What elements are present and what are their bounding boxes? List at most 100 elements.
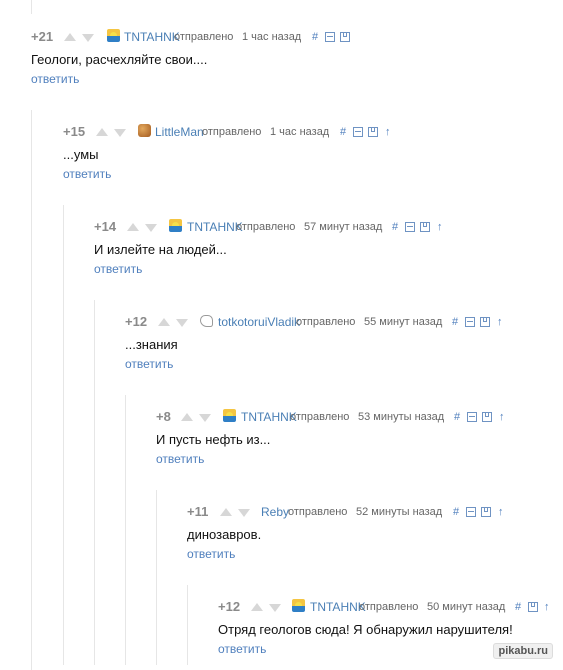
vote-down-icon[interactable]	[114, 129, 126, 137]
heart-avatar-icon[interactable]	[200, 315, 213, 327]
permalink-hash-icon[interactable]: #	[452, 314, 458, 330]
parent-arrow-icon[interactable]: ↑	[385, 124, 391, 140]
comment-header: +15 LittleMan отправлено 1 час назад # ↑	[63, 124, 553, 140]
thread-line	[94, 300, 95, 665]
comment-time: 50 минут назад	[427, 601, 506, 613]
sent-label: отправлено	[359, 601, 419, 613]
thread-line	[125, 395, 126, 665]
comment-header: +12 totkotoruiVladik отправлено 55 минут…	[125, 314, 555, 330]
vote-up-icon[interactable]	[96, 128, 108, 136]
save-icon[interactable]	[340, 32, 350, 42]
comment-text: И излейте на людей...	[94, 242, 227, 257]
collapse-icon[interactable]	[353, 127, 363, 137]
vote-up-icon[interactable]	[127, 223, 139, 231]
comment: +11 Reby отправлено 52 минуты назад # ↑ …	[187, 504, 557, 561]
vote-down-icon[interactable]	[176, 319, 188, 327]
thread-line	[63, 205, 64, 665]
comment-text: динозавров.	[187, 527, 262, 542]
reply-link[interactable]: ответить	[94, 262, 142, 276]
sunset-avatar-icon[interactable]	[223, 409, 236, 422]
comment: +21 TNTAHNK отправлено 1 час назад # Гео…	[31, 29, 551, 86]
comment-text: Геологи, расчехляйте свои....	[31, 52, 208, 67]
vote-down-icon[interactable]	[269, 604, 281, 612]
reply-link[interactable]: ответить	[218, 642, 266, 656]
sunset-avatar-icon[interactable]	[169, 219, 182, 232]
comment-rating: +21	[31, 29, 54, 44]
comment-time: 57 минут назад	[304, 221, 383, 233]
thread-line	[187, 585, 188, 665]
vote-down-icon[interactable]	[238, 509, 250, 517]
vote-up-icon[interactable]	[251, 603, 263, 611]
vote-down-icon[interactable]	[82, 34, 94, 42]
author-nick[interactable]: TNTAHNK	[187, 219, 243, 235]
watermark: pikabu.ru	[493, 643, 553, 659]
vote-up-icon[interactable]	[158, 318, 170, 326]
vote-up-icon[interactable]	[181, 413, 193, 421]
save-icon[interactable]	[368, 127, 378, 137]
comment-header: +8 TNTAHNK отправлено 53 минуты назад # …	[156, 409, 556, 425]
sent-label: отправлено	[296, 316, 356, 328]
author-nick[interactable]: totkotoruiVladik	[218, 314, 300, 330]
save-icon[interactable]	[482, 412, 492, 422]
thread-line	[156, 490, 157, 665]
collapse-icon[interactable]	[465, 317, 475, 327]
sent-label: отправлено	[202, 126, 262, 138]
reply-link[interactable]: ответить	[156, 452, 204, 466]
parent-arrow-icon[interactable]: ↑	[499, 409, 505, 425]
save-icon[interactable]	[528, 602, 538, 612]
comment-text: ...умы	[63, 147, 99, 162]
permalink-hash-icon[interactable]: #	[340, 124, 346, 140]
save-icon[interactable]	[420, 222, 430, 232]
permalink-hash-icon[interactable]: #	[515, 599, 521, 615]
comment-time: 52 минуты назад	[356, 506, 443, 518]
permalink-hash-icon[interactable]: #	[392, 219, 398, 235]
permalink-hash-icon[interactable]: #	[453, 504, 459, 520]
reply-link[interactable]: ответить	[31, 72, 79, 86]
permalink-hash-icon[interactable]: #	[454, 409, 460, 425]
comment-header: +12 TNTAHNK отправлено 50 минут назад # …	[218, 599, 558, 615]
parent-arrow-icon[interactable]: ↑	[498, 504, 504, 520]
collapse-icon[interactable]	[467, 412, 477, 422]
comment-rating: +12	[218, 599, 241, 614]
author-nick[interactable]: LittleMan	[155, 124, 204, 140]
comment: +8 TNTAHNK отправлено 53 минуты назад # …	[156, 409, 556, 466]
author-nick[interactable]: Reby	[261, 504, 289, 520]
comment-header: +11 Reby отправлено 52 минуты назад # ↑	[187, 504, 557, 520]
save-icon[interactable]	[481, 507, 491, 517]
save-icon[interactable]	[480, 317, 490, 327]
sunset-avatar-icon[interactable]	[107, 29, 120, 42]
comment-rating: +15	[63, 124, 86, 139]
parent-arrow-icon[interactable]: ↑	[437, 219, 443, 235]
vote-up-icon[interactable]	[64, 33, 76, 41]
sunset-avatar-icon[interactable]	[292, 599, 305, 612]
comment-time: 53 минуты назад	[358, 411, 445, 423]
comment-rating: +8	[156, 409, 171, 424]
comment-rating: +12	[125, 314, 148, 329]
reply-link[interactable]: ответить	[125, 357, 173, 371]
reply-link[interactable]: ответить	[63, 167, 111, 181]
sent-label: отправлено	[288, 506, 348, 518]
parent-arrow-icon[interactable]: ↑	[544, 599, 550, 615]
author-nick[interactable]: TNTAHNK	[310, 599, 366, 615]
collapse-icon[interactable]	[325, 32, 335, 42]
author-nick[interactable]: TNTAHNK	[124, 29, 180, 45]
collapse-icon[interactable]	[405, 222, 415, 232]
sent-label: отправлено	[290, 411, 350, 423]
parent-arrow-icon[interactable]: ↑	[497, 314, 503, 330]
comment-rating: +11	[187, 504, 209, 519]
brown-avatar-icon[interactable]	[138, 124, 151, 137]
collapse-icon[interactable]	[466, 507, 476, 517]
vote-down-icon[interactable]	[145, 224, 157, 232]
comment: +14 TNTAHNK отправлено 57 минут назад # …	[94, 219, 554, 276]
reply-link[interactable]: ответить	[187, 547, 235, 561]
comment-text: ...знания	[125, 337, 178, 352]
comment-time: 1 час назад	[242, 31, 302, 43]
sent-label: отправлено	[236, 221, 296, 233]
comment-time: 55 минут назад	[364, 316, 443, 328]
comment: +12 totkotoruiVladik отправлено 55 минут…	[125, 314, 555, 371]
author-nick[interactable]: TNTAHNK	[241, 409, 297, 425]
permalink-hash-icon[interactable]: #	[312, 29, 318, 45]
thread-line	[31, 110, 32, 670]
vote-up-icon[interactable]	[220, 508, 232, 516]
vote-down-icon[interactable]	[199, 414, 211, 422]
